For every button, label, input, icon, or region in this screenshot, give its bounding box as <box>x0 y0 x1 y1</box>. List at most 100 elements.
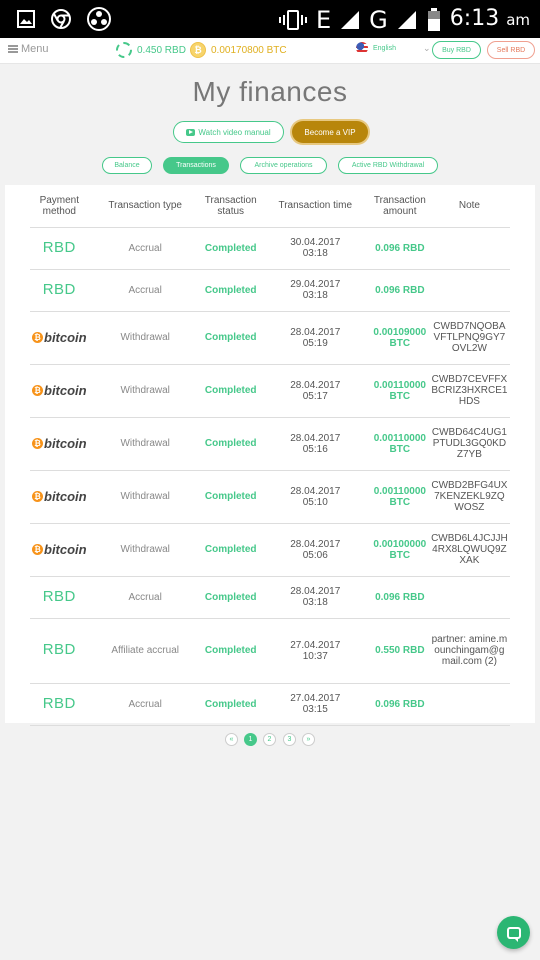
payment-method-cell: ₿ bitcoin <box>30 470 89 524</box>
note-cell: CWBD7CEVFFXBCRIZ3HXRCE1HDS <box>428 364 510 418</box>
time-value: 03:15 <box>302 704 328 715</box>
amount-unit: BTC <box>389 496 411 508</box>
bitcoin-logo: ₿ bitcoin <box>32 437 87 450</box>
table-row: RBD Accrual Completed 29.04.2017 03:18 0.096 … <box>30 269 510 312</box>
watch-video-label: Watch video manual <box>198 127 271 137</box>
gallery-icon <box>17 10 35 28</box>
amount-cell: 0.00109000 BTC <box>370 311 429 365</box>
chat-button[interactable] <box>497 916 530 949</box>
time-value: 03:18 <box>302 597 328 608</box>
payment-method-cell: RBD <box>30 618 89 684</box>
app-icon <box>87 7 111 31</box>
amount-value: 0.00100000 <box>373 538 427 550</box>
next-page-button[interactable]: » <box>302 733 315 746</box>
menu-button[interactable]: Menu <box>8 43 49 55</box>
status-cell: Completed <box>201 364 260 418</box>
tab-transactions[interactable]: Transactions <box>163 157 229 174</box>
type-cell: Affiliate accrual <box>88 618 202 684</box>
page-3-button[interactable]: 3 <box>283 733 296 746</box>
network-type-g: G <box>369 5 388 34</box>
type-cell: Withdrawal <box>88 311 202 365</box>
amount-unit: BTC <box>389 549 411 561</box>
rbd-logo: RBD <box>42 238 76 256</box>
payment-method-cell: ₿ bitcoin <box>30 523 89 577</box>
amount-cell: 0.096 RBD <box>370 269 429 312</box>
amount-value: 0.550 RBD <box>375 645 425 656</box>
system-icons: E G 6:13 am <box>278 4 530 35</box>
transactions-body: RBD Accrual Completed 30.04.2017 03:18 0.096 … <box>30 227 510 726</box>
note-cell: CWBD6L4JCJJH4RX8LQWUQ9ZXAK <box>428 523 510 577</box>
status-cell: Completed <box>201 576 260 619</box>
language-label: English <box>373 44 396 52</box>
bitcoin-logo-text: bitcoin <box>44 330 87 345</box>
time-cell: 28.04.2017 05:17 <box>259 364 371 418</box>
payment-method-cell: RBD <box>30 269 89 312</box>
bitcoin-icon: ₿ <box>32 544 43 555</box>
table-row: ₿ bitcoin Withdrawal Completed 28.04.2017 05:… <box>30 470 510 524</box>
status-cell: Completed <box>201 683 260 726</box>
time-value: 05:19 <box>302 337 328 349</box>
buy-rbd-button[interactable]: Buy RBD <box>432 41 481 59</box>
sell-rbd-button[interactable]: Sell RBD <box>487 41 535 59</box>
time-cell: 28.04.2017 05:06 <box>259 523 371 577</box>
time-cell: 27.04.2017 03:15 <box>259 683 371 726</box>
bitcoin-icon: ₿ <box>32 385 43 396</box>
amount-cell: 0.00110000 BTC <box>370 364 429 418</box>
amount-value: 0.096 RBD <box>375 284 425 296</box>
type-cell: Accrual <box>88 683 202 726</box>
note-cell <box>428 227 510 270</box>
type-cell: Withdrawal <box>88 470 202 524</box>
note-cell: partner: amine.mounchingam@gmail.com (2) <box>428 618 510 684</box>
time-value: 05:06 <box>302 549 328 561</box>
language-select[interactable]: English ⌄ <box>356 42 431 54</box>
amount-cell: 0.00110000 BTC <box>370 470 429 524</box>
tab-balance[interactable]: Balance <box>102 157 152 174</box>
rbd-logo: RBD <box>42 587 76 605</box>
table-header-row: Payment method Transaction type Transact… <box>30 185 510 228</box>
time-cell: 29.04.2017 03:18 <box>259 269 371 312</box>
prev-page-button[interactable]: « <box>225 733 238 746</box>
signal-icon-2 <box>397 10 416 29</box>
time-cell: 27.04.2017 10:37 <box>259 618 371 684</box>
amount-cell: 0.00100000 BTC <box>370 523 429 577</box>
page-1-button[interactable]: 1 <box>244 733 257 746</box>
amount-cell: 0.096 RBD <box>370 683 429 726</box>
date-value: 27.04.2017 <box>290 693 341 704</box>
payment-method-cell: RBD <box>30 227 89 270</box>
rbd-balance: 0.450 RBD <box>116 42 186 58</box>
header-transaction-time: Transaction time <box>259 185 371 228</box>
table-row: ₿ bitcoin Withdrawal Completed 28.04.2017 05:… <box>30 364 510 418</box>
amount-unit: BTC <box>389 443 411 455</box>
note-cell: CWBD2BFG4UX7KENZEKL9ZQWOSZ <box>428 470 510 524</box>
youtube-icon <box>186 128 196 136</box>
time-value: 03:18 <box>302 248 328 259</box>
become-vip-button[interactable]: Become a VIP <box>292 121 368 143</box>
amount-value: 0.096 RBD <box>375 698 425 710</box>
tab-active-rbd-withdrawal[interactable]: Active RBD Withdrawal <box>338 157 438 174</box>
status-cell: Completed <box>201 618 260 684</box>
finance-tabs: Balance Transactions Archive operations … <box>0 157 540 174</box>
signal-icon <box>341 10 360 29</box>
payment-method-cell: RBD <box>30 576 89 619</box>
bitcoin-logo: ₿ bitcoin <box>32 384 87 397</box>
time-value: 10:37 <box>302 650 328 662</box>
tab-archive-operations[interactable]: Archive operations <box>240 157 327 174</box>
status-cell: Completed <box>201 269 260 312</box>
page-2-button[interactable]: 2 <box>263 733 276 746</box>
amount-cell: 0.096 RBD <box>370 576 429 619</box>
rbd-balance-value: 0.450 RBD <box>137 44 186 56</box>
time-value: 05:17 <box>302 390 328 402</box>
bitcoin-icon: ₿ <box>32 332 43 343</box>
transactions-card: Payment method Transaction type Transact… <box>5 185 535 726</box>
amount-cell: 0.00110000 BTC <box>370 417 429 471</box>
type-cell: Withdrawal <box>88 364 202 418</box>
type-cell: Withdrawal <box>88 523 202 577</box>
note-cell: CWBD64C4UG1PTUDL3GQ0KDZ7YB <box>428 417 510 471</box>
bitcoin-icon: ₿ <box>32 491 43 502</box>
battery-icon <box>427 7 440 31</box>
date-value: 28.04.2017 <box>290 432 341 444</box>
watch-video-button[interactable]: Watch video manual <box>173 121 284 143</box>
payment-method-cell: RBD <box>30 683 89 726</box>
header-transaction-type: Transaction type <box>88 185 202 228</box>
rbd-logo: RBD <box>42 280 76 298</box>
